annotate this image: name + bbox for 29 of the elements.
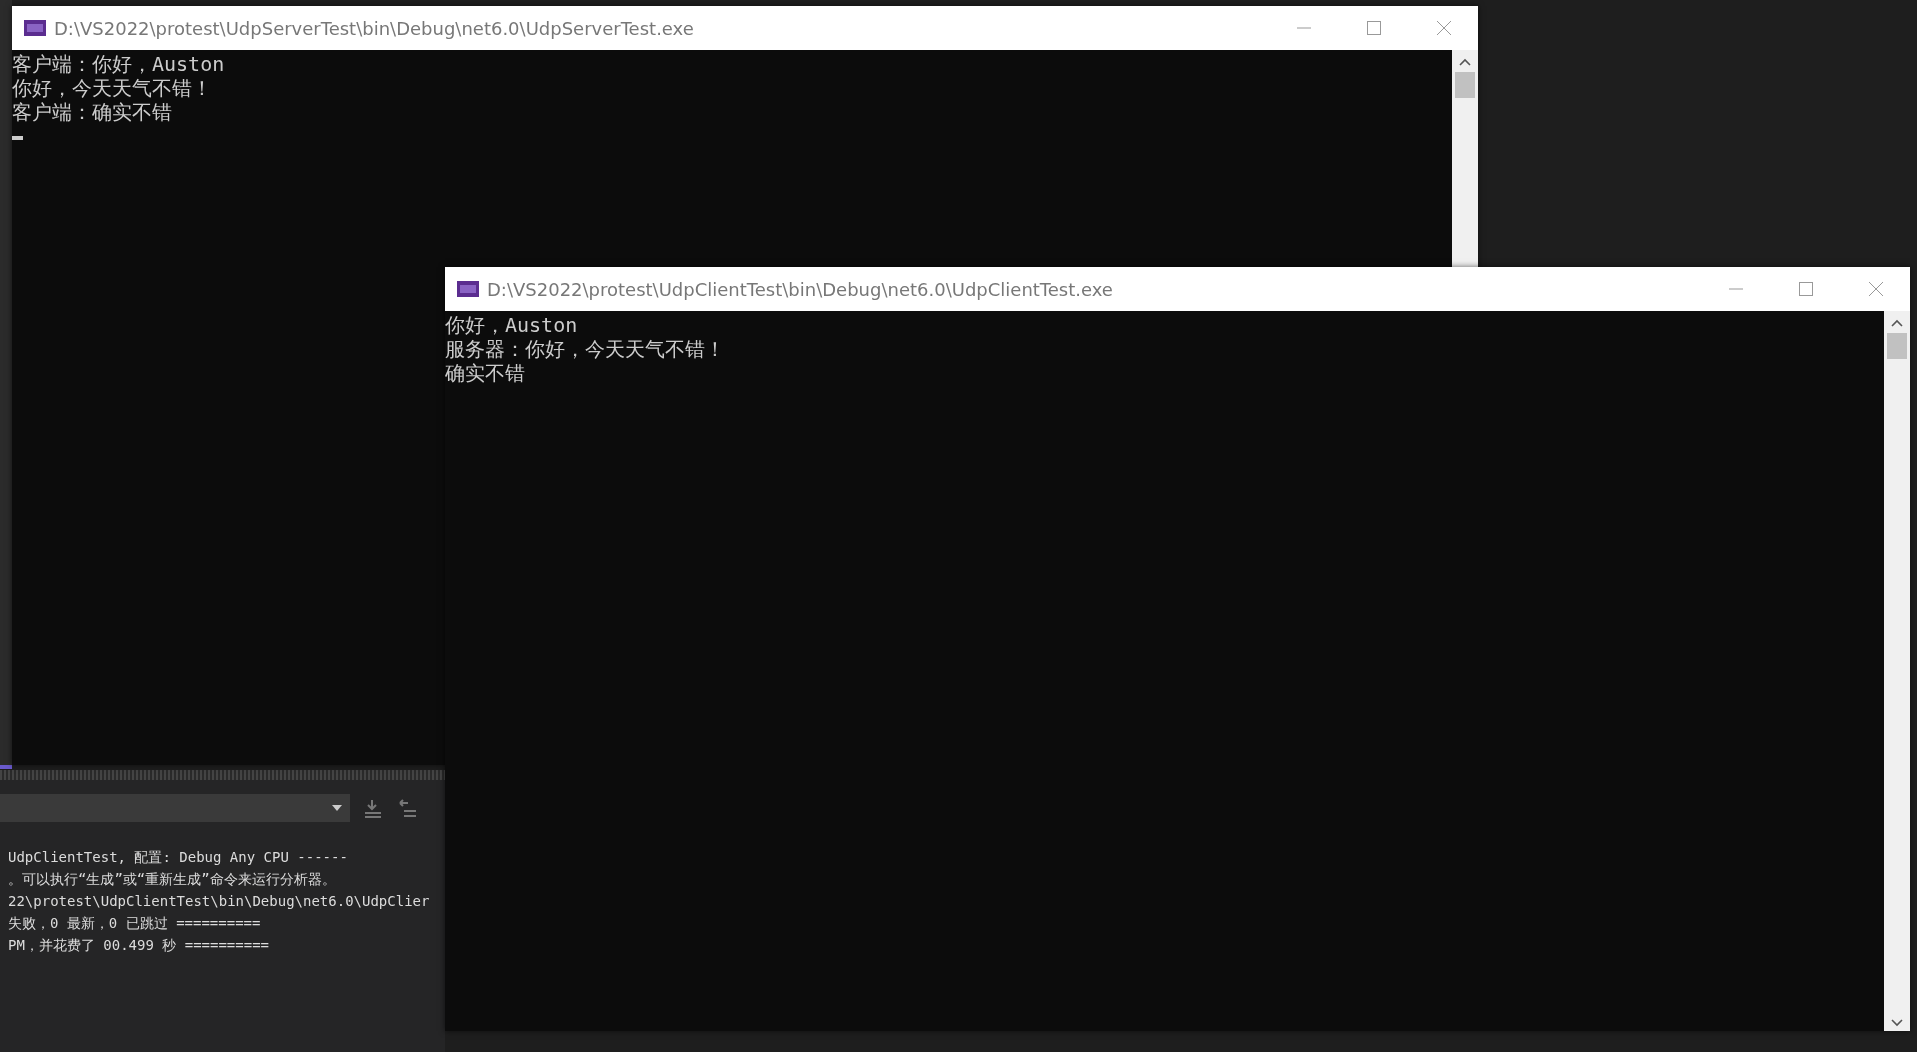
- close-icon[interactable]: [1436, 20, 1452, 36]
- console-app-icon: [457, 281, 479, 297]
- window-title: D:\VS2022\protest\UdpClientTest\bin\Debug\net6.0\UdpClientTest.exe: [487, 278, 1113, 300]
- scroll-up-icon[interactable]: [1891, 319, 1903, 327]
- close-icon[interactable]: [1868, 281, 1884, 297]
- splitter-bar[interactable]: [0, 770, 445, 780]
- scroll-thumb[interactable]: [1887, 333, 1907, 359]
- console-line: 客户端：确实不错: [12, 100, 173, 124]
- scroll-down-icon[interactable]: [1891, 1019, 1903, 1027]
- output-line: UdpClientTest, 配置: Debug Any CPU ------: [8, 848, 349, 867]
- output-line: PM，并花费了 00.499 秒 ==========: [8, 936, 270, 955]
- scroll-up-icon[interactable]: [1459, 58, 1471, 66]
- window-title: D:\VS2022\protest\UdpServerTest\bin\Debug\net6.0\UdpServerTest.exe: [54, 17, 694, 39]
- scroll-thumb[interactable]: [1455, 72, 1475, 98]
- console-line: 客户端：你好，Auston: [12, 52, 226, 76]
- console-line: 你好，今天天气不错！: [12, 76, 213, 100]
- maximize-icon[interactable]: [1366, 20, 1382, 36]
- console-app-icon: [24, 20, 46, 36]
- output-line: 22\protest\UdpClientTest\bin\Debug\net6.0\UdpClier: [8, 892, 431, 911]
- console-line: 服务器：你好，今天天气不错！: [445, 337, 726, 361]
- caret-icon: [332, 805, 342, 811]
- console-line: 你好，Auston: [445, 313, 579, 337]
- console-line: 确实不错: [445, 361, 526, 385]
- output-line: 。可以执行“生成”或“重新生成”命令来运行分析器。: [8, 870, 337, 889]
- maximize-icon[interactable]: [1798, 281, 1814, 297]
- scrollbar[interactable]: [1884, 311, 1910, 1031]
- wrap-icon[interactable]: [396, 797, 418, 819]
- output-line: 失败，0 最新，0 已跳过 ==========: [8, 914, 262, 933]
- scrollbar[interactable]: [1452, 50, 1478, 267]
